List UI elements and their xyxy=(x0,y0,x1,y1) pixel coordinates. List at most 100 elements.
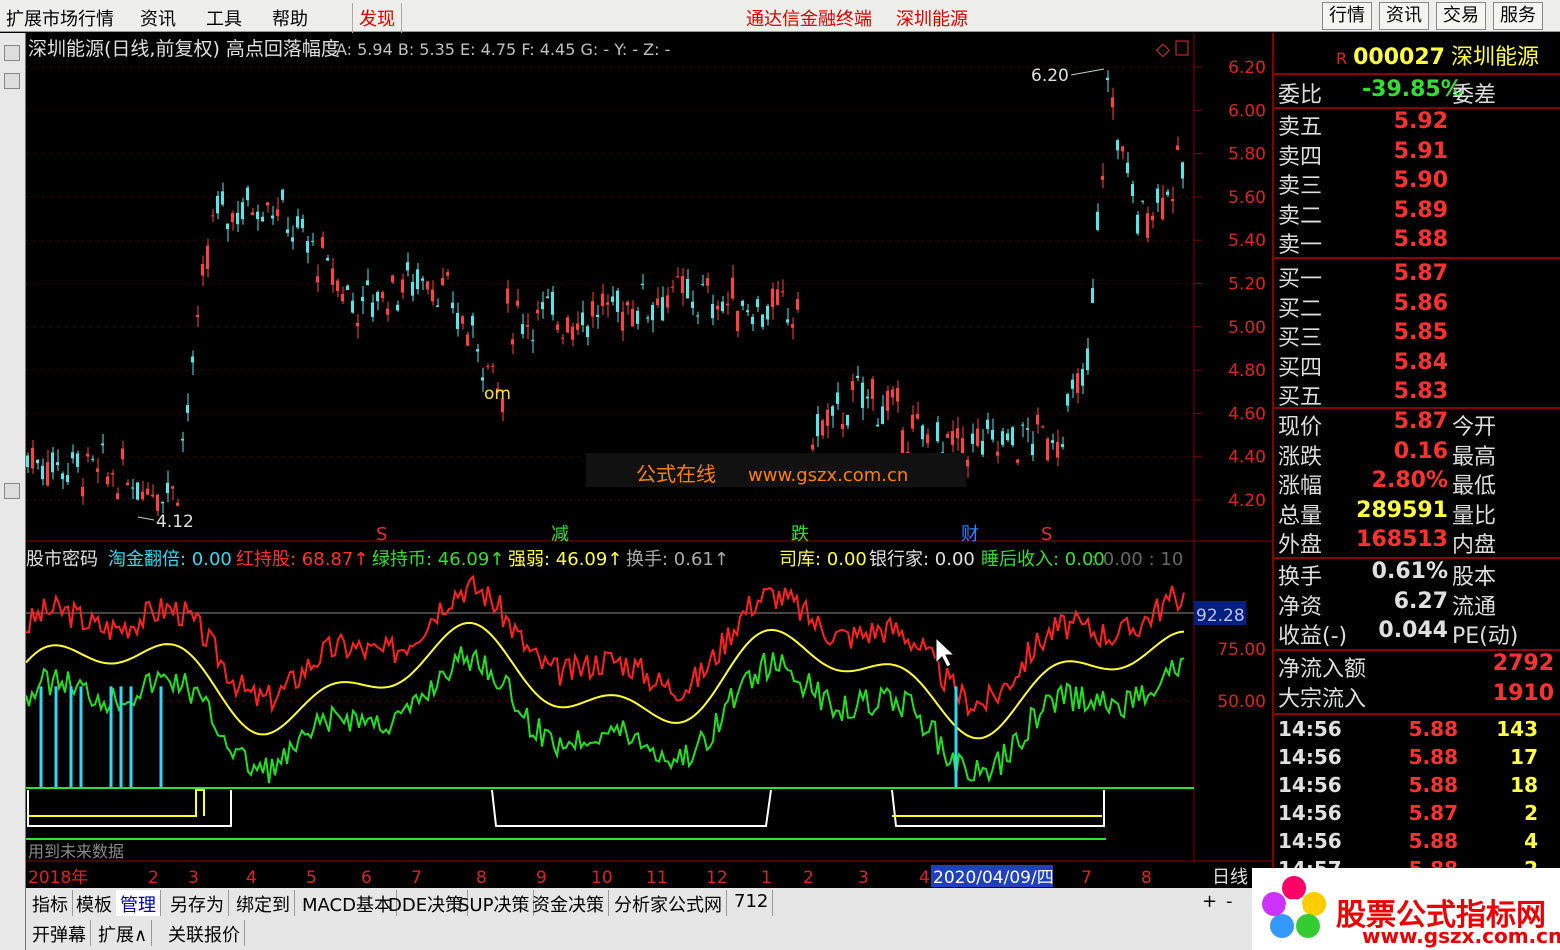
candle-body xyxy=(946,433,949,438)
menu-item[interactable]: 帮助 xyxy=(266,3,314,33)
tab-2[interactable]: 管理 xyxy=(116,890,161,916)
candle-body xyxy=(276,209,279,217)
top-button[interactable]: 服务 xyxy=(1493,2,1543,30)
top-button[interactable]: 行情 xyxy=(1322,2,1372,30)
stock-code: 000027 xyxy=(1353,45,1445,70)
candle-body xyxy=(1036,414,1039,425)
flow-label: 净流入额 xyxy=(1278,657,1367,682)
menu-item[interactable]: 工具 xyxy=(200,3,248,33)
tick-price: 5.88 xyxy=(1408,717,1458,741)
candle-body xyxy=(286,229,289,233)
stat-value: 168513 xyxy=(1356,527,1448,552)
buy-level-label: 买三 xyxy=(1278,326,1323,351)
tab2-2[interactable]: 关联报价 xyxy=(164,920,245,946)
bottom-tab-bar: 指标 模板 管理 另存为 绑定到 MACD基本 DDE决策 SUP决策 资金决策 分析家公式网 71… xyxy=(26,888,1272,950)
zoom-out-button[interactable]: - xyxy=(1222,890,1237,916)
stat2-label: 净资 xyxy=(1278,594,1323,620)
candle-body xyxy=(76,453,79,467)
top-button[interactable]: 资讯 xyxy=(1379,2,1429,30)
candle-body xyxy=(856,375,859,378)
candle-body xyxy=(66,475,69,483)
candle-body xyxy=(311,240,314,242)
candle-body xyxy=(91,458,94,460)
app-title: 通达信金融终端 xyxy=(746,9,872,30)
tab-0[interactable]: 指标 xyxy=(28,890,73,916)
chart-area[interactable]: 6.20 6.00 5.80 5.60 5.40 5.20 5.00 4.80 4.60 4.40… xyxy=(25,33,1272,888)
stat-row: 涨幅 2.80% 最低 xyxy=(1278,468,1558,499)
candle-body xyxy=(361,296,364,302)
candle-body xyxy=(526,325,529,327)
candle-body xyxy=(1006,433,1009,441)
candle-body xyxy=(1086,348,1089,371)
tab-3[interactable]: 另存为 xyxy=(166,890,229,916)
candle-body xyxy=(756,299,759,308)
candle-body xyxy=(416,269,419,290)
candle-body xyxy=(1051,440,1054,443)
candle-body xyxy=(781,291,784,293)
window-icon[interactable] xyxy=(1175,40,1189,56)
candle-body xyxy=(966,459,969,467)
candle-body xyxy=(891,389,894,398)
candle-body xyxy=(401,279,404,293)
tick-volume: 2 xyxy=(1524,801,1538,825)
quote-header: R 000027 深圳能源 xyxy=(1278,39,1539,70)
scroll-arrow-icon[interactable] xyxy=(4,483,20,499)
watermark-text: 公式在线 xyxy=(636,462,716,486)
candle-body xyxy=(391,275,394,283)
candle-body xyxy=(1181,162,1184,179)
tab-5[interactable]: MACD基本 xyxy=(298,890,397,916)
stat-right-label: 最低 xyxy=(1452,474,1497,499)
candle-body xyxy=(441,277,444,286)
indicator-value: 淘金翻倍: 0.00 xyxy=(108,549,232,570)
tab-1[interactable]: 模板 xyxy=(72,890,117,916)
tab-4[interactable]: 绑定到 xyxy=(232,890,295,916)
tab2-1[interactable]: 扩展∧ xyxy=(94,920,153,946)
tick-volume: 18 xyxy=(1510,773,1538,797)
sell-level-price: 5.88 xyxy=(1393,227,1448,252)
menu-item[interactable]: 扩展市场行情 xyxy=(0,3,120,33)
chart-params: A: 5.94 B: 5.35 E: 4.75 F: 4.45 G: - Y: … xyxy=(336,40,670,59)
tab2-0[interactable]: 开弹幕 xyxy=(28,920,91,946)
candle-body xyxy=(811,444,814,450)
zoom-in-button[interactable]: + xyxy=(1198,890,1221,916)
buy-level: 买五 5.83 xyxy=(1278,379,1558,410)
buy-level-label: 买二 xyxy=(1278,296,1323,322)
indicator-value: 绿持币: 46.09↑ xyxy=(372,549,504,570)
strength-line xyxy=(25,621,1185,740)
candle-body xyxy=(1061,444,1064,447)
menu-item[interactable]: 资讯 xyxy=(134,3,182,33)
candle-body xyxy=(706,278,709,286)
candle-body xyxy=(791,324,794,328)
date-month: 7 xyxy=(1081,868,1092,888)
scroll-arrow-icon[interactable] xyxy=(4,45,20,61)
candle-body xyxy=(301,218,304,229)
kline-chart[interactable]: 6.20 6.00 5.80 5.60 5.40 5.20 5.00 4.80 4.60 4.40… xyxy=(25,33,1272,888)
candle-body xyxy=(216,195,219,214)
stat-label: 现价 xyxy=(1278,415,1323,440)
sep xyxy=(1274,73,1560,75)
candle-body xyxy=(971,433,974,444)
indicator-value: 换手: 0.61↑ xyxy=(626,549,729,570)
candle-body xyxy=(221,191,224,205)
discover-menu[interactable]: 发现 xyxy=(352,3,402,33)
tab-10[interactable]: 712 xyxy=(730,890,774,916)
tab-8[interactable]: 资金决策 xyxy=(528,890,609,916)
candle-body xyxy=(681,276,684,294)
event-mark: 跌 xyxy=(791,524,809,545)
candle-body xyxy=(831,406,834,416)
candle-body xyxy=(696,315,699,317)
candle-body xyxy=(251,212,254,216)
candle-body xyxy=(1166,191,1169,195)
menu-bar: 扩展市场行情 资讯 工具 帮助 发现 通达信金融终端 深圳能源 行情 资讯 交易 服务 xyxy=(0,0,1560,33)
candle-body xyxy=(246,187,249,201)
left-toolbar[interactable] xyxy=(0,33,26,950)
top-button[interactable]: 交易 xyxy=(1436,2,1486,30)
om-label: om xyxy=(484,384,511,404)
candle-body xyxy=(561,337,564,339)
tab-9[interactable]: 分析家公式网 xyxy=(610,890,727,916)
candle-body xyxy=(1116,140,1119,151)
scroll-arrow-icon[interactable] xyxy=(4,73,20,89)
candle-body xyxy=(896,387,899,402)
tab-7[interactable]: SUP决策 xyxy=(454,890,535,916)
candle-body xyxy=(461,316,464,324)
